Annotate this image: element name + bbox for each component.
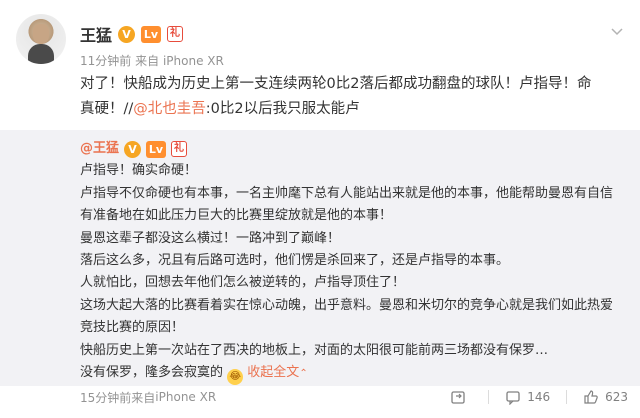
gift-badge-icon[interactable]: 礼: [167, 26, 184, 42]
repost-last-line: 没有保罗，隆多会寂寞的 😂 收起全文⌃: [80, 362, 630, 386]
repost-line: 曼恩这辈子都没这么横过！一路冲到了巅峰！: [80, 230, 341, 246]
share-icon: [451, 391, 465, 404]
collapse-label[interactable]: 收起全文: [247, 365, 299, 380]
level-badge-icon[interactable]: Lv: [141, 25, 162, 43]
repost-line: 落后这么多，况且有后路可选时，他们愣是杀回来了，还是卢指导的本事。: [80, 253, 510, 269]
repost-line: 人就怕比，回想去年他们怎么被逆转的，卢指导顶住了！: [80, 275, 406, 291]
repost-last-line-text: 没有保罗，隆多会寂寞的: [80, 365, 224, 381]
verified-badge-icon[interactable]: V: [124, 140, 142, 158]
author-row: 王猛 V Lv 礼: [80, 22, 184, 46]
content-line-1: 对了！快船成为历史上第一支连续两轮0比2落后都成功翻盘的球队！卢指导！命: [80, 76, 592, 92]
content-line-2: 真硬！//@北也圭吾:0比2以后我只服太能卢: [80, 97, 628, 122]
repost-line: 卢指导！确实命硬！: [80, 163, 198, 179]
like-count: 623: [605, 390, 628, 404]
repost-source: iPhone XR: [155, 390, 217, 404]
repost-line: 这场大起大落的比赛看着实在惊心动魄，出乎意料。曼恩和米切尔的竞争心就是我们如此热…: [80, 297, 614, 313]
repost-line: 快船历史上第一次站在了西决的地板上，对面的太阳很可能前两三场都没有保罗…: [80, 342, 549, 358]
repost-author-link[interactable]: @王猛: [80, 138, 119, 160]
thumb-up-icon: [584, 390, 598, 404]
comment-button[interactable]: 146: [505, 389, 550, 405]
author-name[interactable]: 王猛: [80, 22, 112, 46]
avatar-suit: [28, 44, 54, 64]
collapse-link[interactable]: 收起全文⌃: [247, 365, 307, 380]
repost-time[interactable]: 15分钟前: [80, 389, 131, 406]
comment-count: 146: [527, 390, 551, 404]
repost-author-row: @王猛 V Lv 礼: [80, 138, 630, 160]
verified-badge-icon[interactable]: V: [118, 25, 136, 43]
like-button[interactable]: 623: [583, 389, 628, 405]
avatar-head: [33, 24, 49, 44]
repost-card: @王猛 V Lv 礼 卢指导！确实命硬！ 卢指导不仅命硬也有本事，一名主帅麾下总…: [0, 130, 640, 386]
post-time[interactable]: 11分钟前: [80, 54, 131, 68]
laugh-emoji-icon: 😂: [227, 369, 244, 386]
repost-source-prefix: 来自: [131, 390, 156, 405]
share-button[interactable]: [450, 389, 472, 405]
repost-actions: 146 623: [450, 386, 628, 408]
repost-line: 竞技比赛的原因！: [80, 320, 185, 336]
gift-badge-icon[interactable]: 礼: [171, 141, 188, 158]
content-line-2-prefix: 真硬！//: [80, 101, 134, 117]
mention-link[interactable]: @北也圭吾: [133, 101, 206, 117]
repost-line: 有准备地在如此压力巨大的比赛里绽放就是他的本事！: [80, 208, 393, 224]
chevron-down-icon[interactable]: [610, 24, 624, 38]
post-source-prefix: 来自: [135, 54, 160, 68]
action-separator: [566, 390, 568, 404]
content-line-2-suffix: :0比2以后我只服太能卢: [205, 101, 360, 117]
comment-icon: [506, 391, 520, 405]
weibo-post: 王猛 V Lv 礼 11分钟前 来自 iPhone XR 对了！快船成为历史上第…: [0, 0, 640, 418]
repost-line: 卢指导不仅命硬也有本事，一名主帅麾下总有人能站出来就是他的本事，他能帮助曼恩有自…: [80, 185, 614, 201]
action-separator: [488, 390, 490, 404]
level-badge-icon[interactable]: Lv: [146, 140, 167, 158]
chevron-up-icon[interactable]: ⌃: [299, 368, 307, 379]
post-meta: 11分钟前 来自 iPhone XR: [80, 52, 224, 69]
avatar[interactable]: [16, 14, 66, 64]
repost-content: @王猛 V Lv 礼 卢指导！确实命硬！ 卢指导不仅命硬也有本事，一名主帅麾下总…: [80, 138, 630, 386]
post-source: iPhone XR: [162, 54, 224, 68]
post-content: 对了！快船成为历史上第一支连续两轮0比2落后都成功翻盘的球队！卢指导！命 真硬！…: [80, 72, 628, 122]
